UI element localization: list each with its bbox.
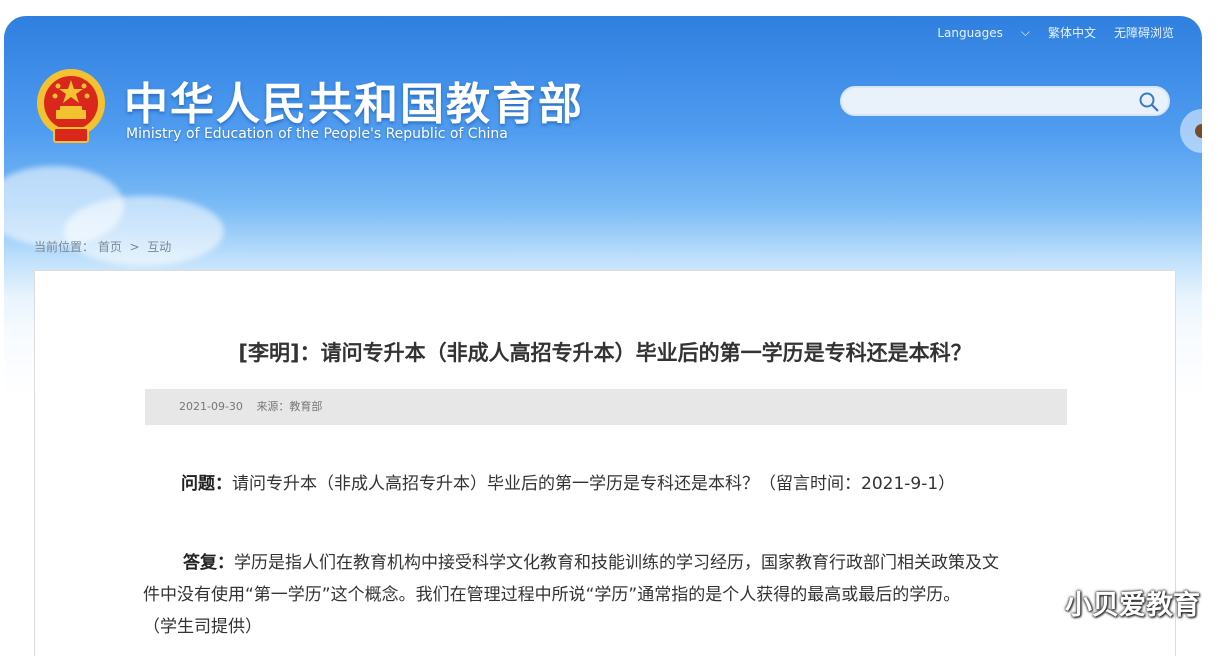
site-title: 中华人民共和国教育部 <box>124 79 584 130</box>
breadcrumb: 当前位置： 首页 > 互动 <box>34 238 171 255</box>
dandelion-decoration <box>1172 96 1202 170</box>
watermark: 小贝爱教育 <box>1065 590 1200 621</box>
languages-link[interactable]: Languages <box>937 26 1002 40</box>
chevron-down-icon[interactable]: ⌵ <box>1021 25 1030 40</box>
answer-line: 件中没有使用“第一学历”这个概念。我们在管理过程中所说“学历”通常指的是个人获得… <box>143 585 961 605</box>
answer-line: 答复：学历是指人们在教育机构中接受科学文化教育和技能训练的学习经历，国家教育行政… <box>143 547 1073 579</box>
search-box <box>840 86 1170 116</box>
cloud-decoration <box>64 196 224 266</box>
national-emblem-icon <box>34 66 108 146</box>
article-date: 2021-09-30 <box>179 400 243 413</box>
answer-source: （学生司提供） <box>143 617 262 637</box>
article-source: 来源：教育部 <box>256 400 323 413</box>
question: 问题：请问专升本（非成人高招专升本）毕业后的第一学历是专科还是本科？（留言时间：… <box>181 469 955 494</box>
article-meta-bar: 2021-09-30 来源：教育部 <box>145 389 1067 425</box>
site-subtitle: Ministry of Education of the People's Re… <box>126 126 508 142</box>
answer: 答复：学历是指人们在教育机构中接受科学文化教育和技能训练的学习经历，国家教育行政… <box>143 547 1073 643</box>
breadcrumb-separator: > <box>129 240 140 254</box>
header-links: Languages ⌵ 繁体中文 无障碍浏览 <box>937 24 1174 41</box>
question-text: 请问专升本（非成人高招专升本）毕业后的第一学历是专科还是本科？（留言时间：202… <box>232 474 956 494</box>
breadcrumb-home[interactable]: 首页 <box>98 240 122 254</box>
traditional-chinese-link[interactable]: 繁体中文 <box>1048 24 1096 41</box>
breadcrumb-prefix: 当前位置： <box>34 240 95 254</box>
page-frame: Languages ⌵ 繁体中文 无障碍浏览 中华人民共和国教育部 Minist… <box>4 16 1202 656</box>
search-icon[interactable] <box>1138 91 1160 117</box>
question-label: 问题： <box>181 474 232 494</box>
breadcrumb-interaction[interactable]: 互动 <box>147 240 171 254</box>
article-panel: [李明]：请问专升本（非成人高招专升本）毕业后的第一学历是专科还是本科？ 202… <box>34 270 1176 656</box>
search-input[interactable] <box>856 88 1140 116</box>
article-title: [李明]：请问专升本（非成人高招专升本）毕业后的第一学历是专科还是本科？ <box>238 341 972 365</box>
accessibility-link[interactable]: 无障碍浏览 <box>1114 24 1174 41</box>
answer-label: 答复： <box>183 553 234 573</box>
answer-text: 学历是指人们在教育机构中接受科学文化教育和技能训练的学习经历，国家教育行政部门相… <box>234 553 999 573</box>
